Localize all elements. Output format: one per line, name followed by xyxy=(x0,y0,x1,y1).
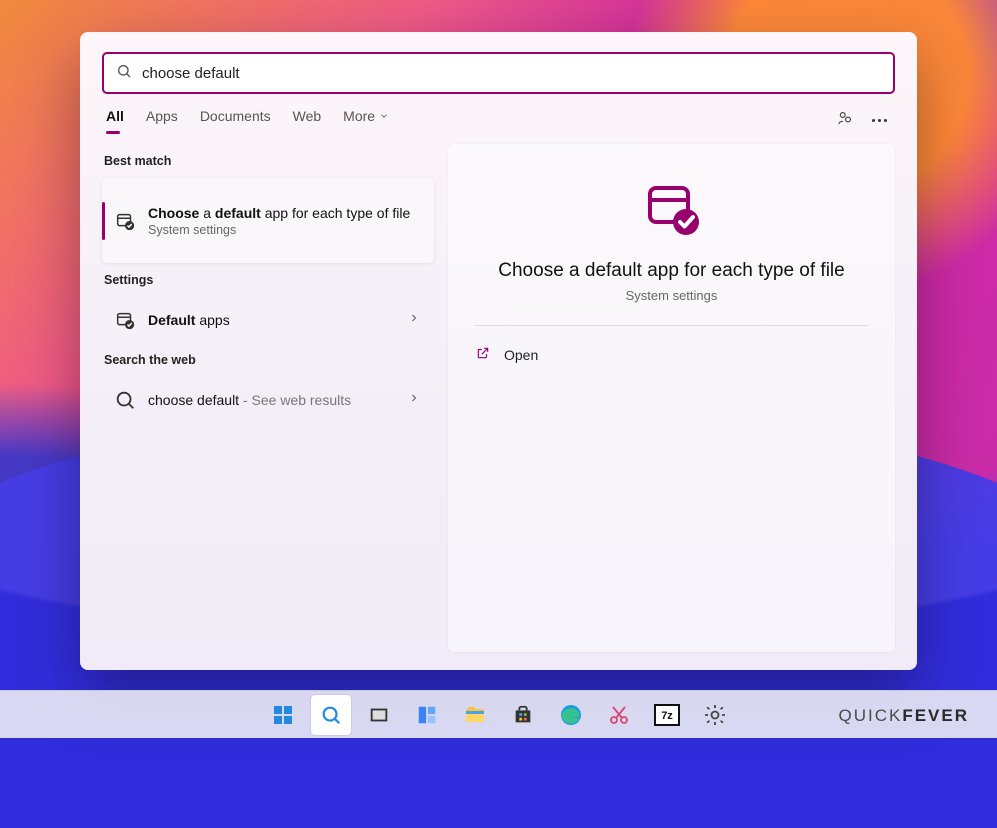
default-app-icon xyxy=(114,309,136,331)
settings-button[interactable] xyxy=(695,695,735,735)
filter-tabs: All Apps Documents Web More xyxy=(102,108,895,132)
taskbar-search-button[interactable] xyxy=(311,695,351,735)
section-search-web: Search the web xyxy=(104,353,432,367)
watermark: QUICKFEVER xyxy=(838,706,969,726)
preview-subtitle: System settings xyxy=(626,288,718,303)
result-default-apps[interactable]: Default apps xyxy=(102,297,434,343)
search-panel: All Apps Documents Web More Best match xyxy=(80,32,917,670)
chevron-right-icon xyxy=(408,391,420,409)
open-external-icon xyxy=(476,346,490,363)
search-input[interactable] xyxy=(142,65,881,82)
result-best-match[interactable]: Choose a default app for each type of fi… xyxy=(102,178,434,263)
search-icon xyxy=(116,63,132,84)
tab-more[interactable]: More xyxy=(343,108,389,132)
tab-documents[interactable]: Documents xyxy=(200,108,271,132)
chat-icon[interactable] xyxy=(836,109,854,132)
start-button[interactable] xyxy=(263,695,303,735)
default-app-icon xyxy=(114,210,136,232)
results-column: Best match Choose a default app for each… xyxy=(102,144,434,652)
open-action[interactable]: Open xyxy=(474,342,869,367)
file-explorer-button[interactable] xyxy=(455,695,495,735)
search-bar[interactable] xyxy=(102,52,895,94)
search-icon xyxy=(114,389,136,411)
section-settings: Settings xyxy=(104,273,432,287)
more-options-icon[interactable] xyxy=(872,119,887,122)
edge-button[interactable] xyxy=(551,695,591,735)
divider xyxy=(474,325,869,326)
result-web-search[interactable]: choose default - See web results xyxy=(102,377,434,423)
preview-pane: Choose a default app for each type of fi… xyxy=(448,144,895,652)
default-app-large-icon xyxy=(640,178,704,242)
preview-title: Choose a default app for each type of fi… xyxy=(498,260,844,282)
tab-apps[interactable]: Apps xyxy=(146,108,178,132)
task-view-button[interactable] xyxy=(359,695,399,735)
tab-all[interactable]: All xyxy=(106,108,124,132)
svg-text:7z: 7z xyxy=(661,710,673,722)
widgets-button[interactable] xyxy=(407,695,447,735)
section-best-match: Best match xyxy=(104,154,432,168)
seven-zip-button[interactable]: 7z xyxy=(647,695,687,735)
microsoft-store-button[interactable] xyxy=(503,695,543,735)
tab-web[interactable]: Web xyxy=(293,108,322,132)
snipping-tool-button[interactable] xyxy=(599,695,639,735)
chevron-right-icon xyxy=(408,311,420,329)
